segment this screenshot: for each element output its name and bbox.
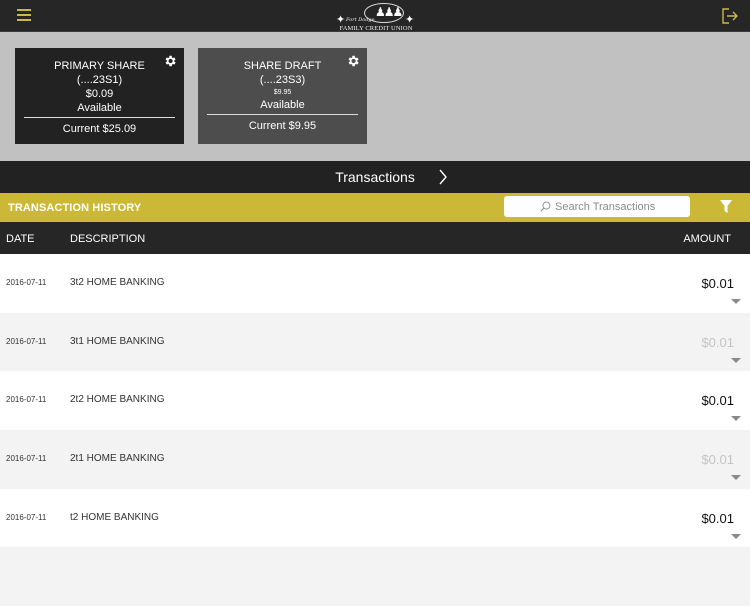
transaction-row-partial bbox=[0, 547, 750, 606]
column-header-amount[interactable]: AMOUNT bbox=[683, 233, 731, 245]
transaction-list: 2016-07-11 3t2 HOME BANKING $0.01 2016-0… bbox=[0, 254, 750, 606]
current-balance: Current $9.95 bbox=[248, 120, 317, 132]
transactions-label: Transactions bbox=[335, 169, 415, 185]
hamburger-menu-icon[interactable] bbox=[17, 9, 31, 23]
transaction-history-bar: TRANSACTION HISTORY bbox=[0, 193, 750, 222]
expand-caret-icon[interactable] bbox=[731, 416, 741, 422]
column-header-date[interactable]: DATE bbox=[6, 233, 35, 245]
transaction-row[interactable]: 2016-07-11 2t1 HOME BANKING $0.01 bbox=[0, 430, 750, 489]
gear-icon[interactable] bbox=[163, 54, 177, 68]
gear-icon[interactable] bbox=[346, 54, 360, 68]
transactions-nav-button[interactable]: Transactions bbox=[0, 161, 750, 193]
available-balance: $0.09 bbox=[85, 88, 114, 100]
transaction-description: 2t1 HOME BANKING bbox=[70, 453, 165, 465]
search-transactions-field[interactable] bbox=[504, 196, 690, 217]
transaction-description: 3t2 HOME BANKING bbox=[70, 277, 165, 288]
transaction-description: 3t1 HOME BANKING bbox=[70, 335, 165, 347]
chevron-right-icon bbox=[439, 169, 447, 185]
transaction-date: 2016-07-11 bbox=[6, 512, 47, 522]
current-balance: Current $25.09 bbox=[62, 123, 137, 135]
filter-icon[interactable] bbox=[720, 200, 732, 213]
transaction-description: 2t2 HOME BANKING bbox=[70, 394, 165, 406]
search-transactions-input[interactable] bbox=[555, 198, 685, 215]
available-label: Available bbox=[260, 99, 305, 111]
transaction-amount: $0.01 bbox=[701, 452, 734, 468]
available-label: Available bbox=[77, 102, 122, 114]
card-divider bbox=[207, 114, 358, 115]
expand-caret-icon[interactable] bbox=[731, 475, 741, 481]
account-card-share-draft[interactable]: SHARE DRAFT (....23S3) $9.95 Available C… bbox=[198, 48, 367, 144]
transaction-amount: $0.01 bbox=[701, 393, 734, 409]
transaction-row[interactable]: 2016-07-11 3t1 HOME BANKING $0.01 bbox=[0, 312, 750, 372]
expand-caret-icon[interactable] bbox=[731, 299, 741, 304]
search-icon bbox=[540, 201, 551, 212]
logo-script-text: Fort Dodge bbox=[346, 17, 375, 23]
accounts-panel: PRIMARY SHARE (....23S1) $0.09 Available… bbox=[0, 33, 750, 161]
transaction-date: 2016-07-11 bbox=[6, 395, 47, 405]
credit-union-logo: ♟♟♟ ✦ ✦ Fort Dodge FAMILY CREDIT UNION bbox=[335, 2, 417, 32]
transaction-row[interactable]: 2016-07-11 t2 HOME BANKING $0.01 bbox=[0, 488, 750, 548]
transaction-date: 2016-07-11 bbox=[6, 336, 47, 346]
logout-icon[interactable] bbox=[721, 7, 739, 25]
logo-name-text: FAMILY CREDIT UNION bbox=[339, 25, 413, 32]
transaction-amount: $0.01 bbox=[701, 510, 734, 526]
top-navigation-bar: ♟♟♟ ✦ ✦ Fort Dodge FAMILY CREDIT UNION bbox=[0, 0, 750, 32]
transaction-date: 2016-07-11 bbox=[6, 454, 47, 464]
table-header: DATE DESCRIPTION AMOUNT bbox=[0, 222, 750, 254]
transaction-row[interactable]: 2016-07-11 3t2 HOME BANKING $0.01 bbox=[0, 254, 750, 313]
transaction-date: 2016-07-11 bbox=[6, 278, 47, 287]
column-header-description[interactable]: DESCRIPTION bbox=[70, 233, 145, 245]
account-number: (....23S1) bbox=[76, 74, 123, 86]
account-card-primary-share[interactable]: PRIMARY SHARE (....23S1) $0.09 Available… bbox=[15, 48, 184, 144]
transaction-history-title: TRANSACTION HISTORY bbox=[8, 202, 142, 214]
account-number: (....23S3) bbox=[259, 74, 306, 86]
transaction-amount: $0.01 bbox=[701, 334, 734, 350]
available-balance: $9.95 bbox=[273, 89, 292, 96]
family-figures-icon: ♟♟♟ bbox=[375, 5, 403, 19]
transaction-row[interactable]: 2016-07-11 2t2 HOME BANKING $0.01 bbox=[0, 371, 750, 431]
card-divider bbox=[24, 117, 175, 118]
transaction-amount: $0.01 bbox=[701, 276, 734, 291]
expand-caret-icon[interactable] bbox=[731, 533, 741, 539]
account-name: PRIMARY SHARE bbox=[54, 60, 145, 72]
expand-caret-icon[interactable] bbox=[731, 357, 741, 363]
account-name: SHARE DRAFT bbox=[243, 60, 322, 72]
transaction-description: t2 HOME BANKING bbox=[70, 511, 159, 523]
